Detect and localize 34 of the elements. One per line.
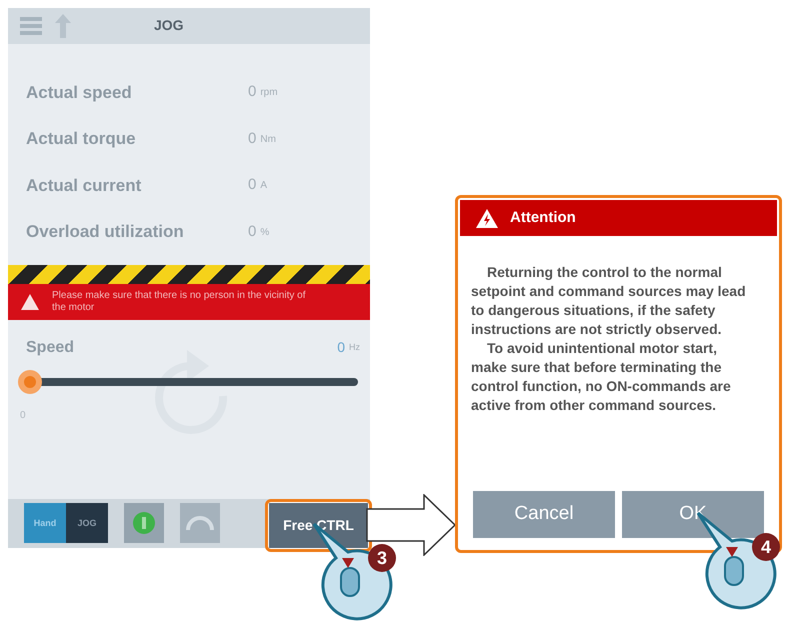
reading-unit: A <box>260 179 268 194</box>
dialog-message: Returning the control to the normal setpoint and command sources may lead to dangerous situations, if the safety instructions are not strictly observed. <box>471 263 747 339</box>
speed-label: Speed <box>26 338 74 358</box>
reading-unit: rpm <box>260 86 278 100</box>
arc-icon <box>186 516 214 530</box>
reading-value: 0 <box>248 128 256 149</box>
reading-label: Overload utilization <box>26 221 185 244</box>
reading-value: 0 <box>248 175 256 196</box>
reading-label: Actual current <box>26 174 142 197</box>
dialog-message: To avoid unintentional motor start, make sure that before terminating the control function, no ON-commands are active from other command sources. <box>471 339 732 415</box>
reading-value: 0 <box>248 222 256 242</box>
speed-slider-thumb[interactable] <box>18 370 42 394</box>
power-on-icon <box>133 512 155 534</box>
mode-toggle[interactable]: Hand <box>24 503 66 544</box>
speed-value: 0 <box>337 338 345 358</box>
reading-unit: Nm <box>260 132 276 147</box>
up-arrow-icon[interactable] <box>54 12 72 39</box>
reading-unit: % <box>260 226 270 240</box>
warning-text: Please make sure that there is no person in the vicinity of the motor <box>52 290 306 314</box>
start-button[interactable] <box>124 503 164 544</box>
step-number-badge: 3 <box>368 544 396 572</box>
screen-title: JOG <box>154 16 184 36</box>
reading-value: 0 <box>248 82 256 102</box>
speed-unit: Hz <box>349 340 360 354</box>
dialog-button[interactable]: Cancel <box>473 491 615 538</box>
warning-icon <box>20 292 40 311</box>
stop-button[interactable] <box>180 503 220 544</box>
mode-toggle[interactable]: JOG <box>66 503 108 544</box>
slider-min-label: 0 <box>20 408 26 423</box>
reading-label: Actual torque <box>26 128 137 150</box>
dialog-title: Attention <box>510 208 576 228</box>
reading-label: Actual speed <box>26 82 133 104</box>
hazard-icon <box>476 208 498 228</box>
menu-icon[interactable] <box>20 16 42 36</box>
